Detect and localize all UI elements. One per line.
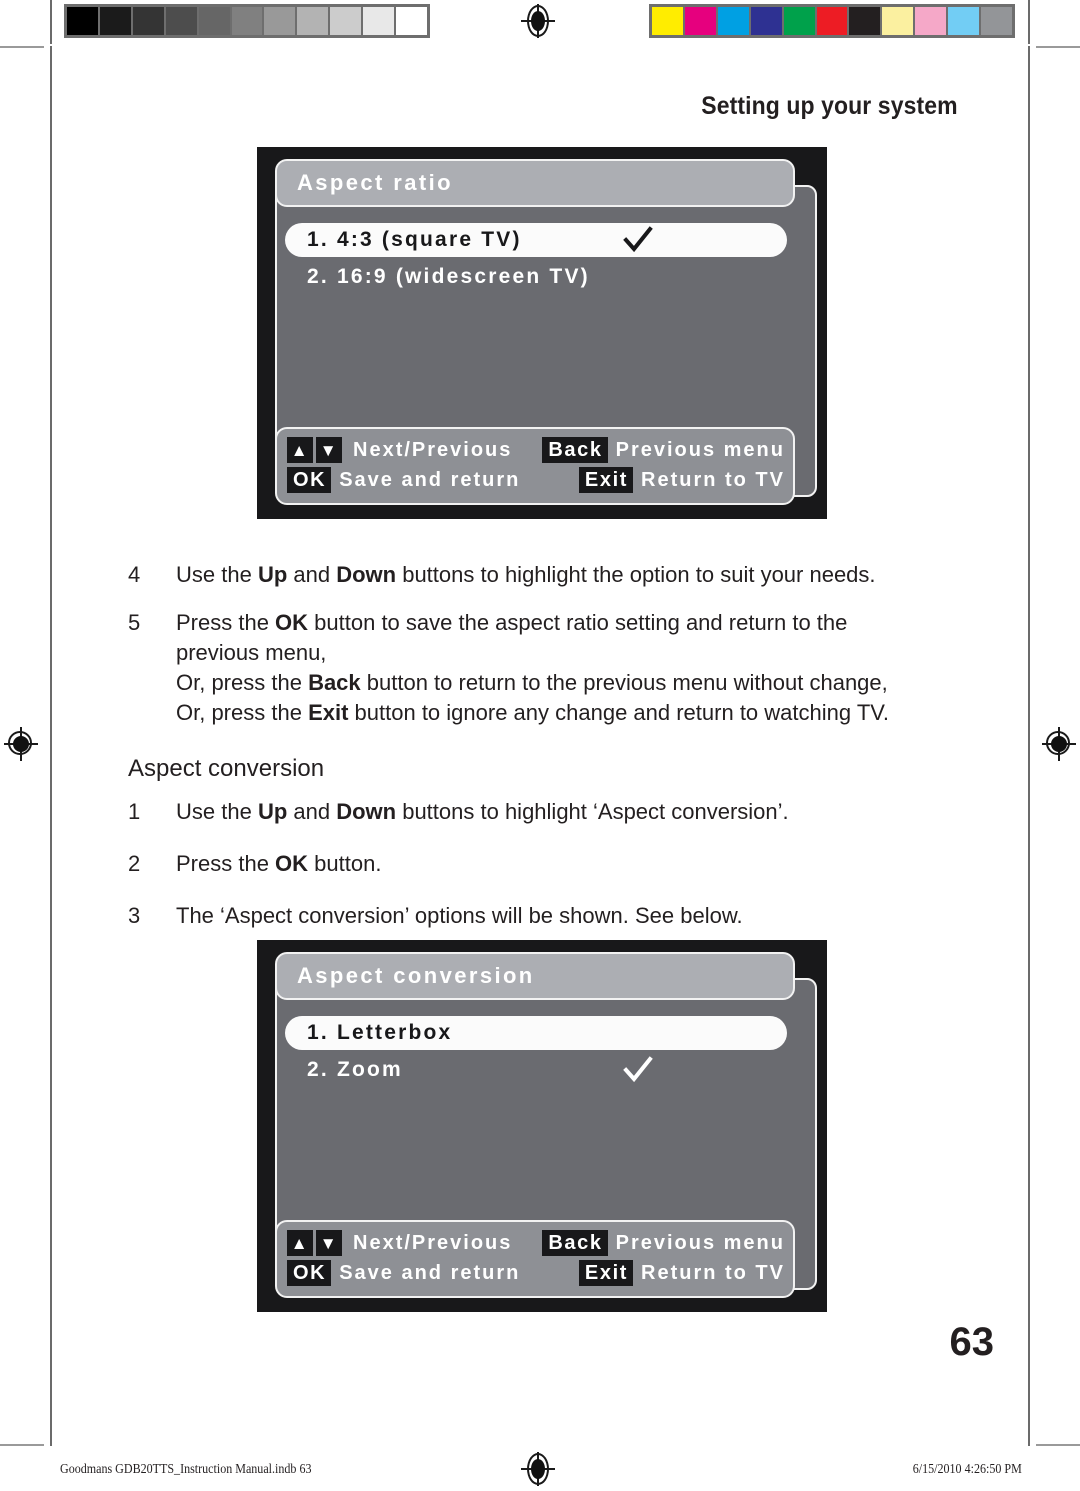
crop-mark-bottom-right-horizontal [1036, 1444, 1080, 1446]
step-text: Press the OK button. [176, 851, 382, 876]
grayscale-swatch [198, 7, 230, 35]
grayscale-swatch [264, 7, 296, 35]
crop-mark-top-left-vertical [50, 0, 52, 44]
ok-key[interactable]: OK [287, 1260, 332, 1286]
trim-line-right [1028, 46, 1030, 1446]
step-number: 1 [128, 799, 141, 824]
osd-footer-row-ok: OK Save and return Exit Return to TV [287, 465, 785, 495]
color-swatch [783, 7, 815, 35]
osd-footer-exit-label: Return to TV [641, 468, 785, 491]
instruction-step: 4 Use the Up and Down buttons to highlig… [128, 560, 928, 590]
osd-menu-item-zoom[interactable]: 2. Zoom [285, 1053, 787, 1087]
crop-mark-bottom-left-horizontal [0, 1444, 44, 1446]
exit-key[interactable]: Exit [578, 1260, 633, 1286]
osd-footer-row-nav: ▲ ▼ Next/Previous Back Previous menu [287, 435, 785, 465]
osd-footer-row-nav: ▲ ▼ Next/Previous Back Previous menu [287, 1228, 785, 1258]
crop-mark-top-right-horizontal [1036, 46, 1080, 48]
osd-footer-aspect-ratio: ▲ ▼ Next/Previous Back Previous menu OK … [275, 427, 795, 505]
color-swatch [750, 7, 782, 35]
document-filename-slug: Goodmans GDB20TTS_Instruction Manual.ind… [60, 1462, 312, 1477]
osd-menu-item-label: 2. Zoom [307, 1058, 403, 1081]
step-text: Press the OK button to save the aspect r… [176, 610, 890, 725]
instruction-step: 3 The ‘Aspect conversion’ options will b… [128, 901, 928, 931]
instruction-step: 1 Use the Up and Down buttons to highlig… [128, 797, 928, 827]
color-swatch [948, 7, 980, 35]
osd-item-list-aspect-conversion: 1. Letterbox 2. Zoom [285, 1016, 787, 1090]
step-text: Use the Up and Down buttons to highlight… [176, 799, 789, 824]
instruction-list-aspect-conversion: 1 Use the Up and Down buttons to highlig… [128, 797, 928, 949]
registration-mark-bottom-center [521, 1452, 555, 1486]
registration-mark-top-center [521, 4, 555, 38]
osd-menu-item-label: 2. 16:9 (widescreen TV) [307, 265, 590, 288]
step-number: 2 [128, 851, 141, 876]
grayscale-calibration-bar [64, 4, 430, 38]
osd-menu-item-16-9[interactable]: 2. 16:9 (widescreen TV) [285, 260, 787, 294]
registration-mark-right [1042, 727, 1076, 761]
osd-menu-item-label: 1. Letterbox [307, 1021, 453, 1044]
osd-menu-item-letterbox[interactable]: 1. Letterbox [285, 1016, 787, 1050]
back-key[interactable]: Back [542, 1230, 608, 1256]
color-swatch [882, 7, 914, 35]
grayscale-swatch [363, 7, 395, 35]
color-swatch [915, 7, 947, 35]
ok-key[interactable]: OK [287, 467, 332, 493]
osd-footer-exit-label: Return to TV [641, 1261, 785, 1284]
crop-mark-top-left-horizontal [0, 46, 44, 48]
down-arrow-key-icon[interactable]: ▼ [316, 1230, 342, 1256]
grayscale-swatch [396, 7, 427, 35]
osd-menu-item-4-3[interactable]: 1. 4:3 (square TV) [285, 223, 787, 257]
color-swatch [652, 7, 683, 35]
color-swatch [684, 7, 716, 35]
step-text: The ‘Aspect conversion’ options will be … [176, 903, 743, 928]
up-arrow-key-icon[interactable]: ▲ [287, 1230, 313, 1256]
osd-footer-back-label: Previous menu [615, 1231, 785, 1254]
grayscale-swatch [99, 7, 131, 35]
grayscale-swatch [297, 7, 329, 35]
trim-line-left [50, 46, 52, 1446]
section-heading-aspect-conversion: Aspect conversion [128, 755, 325, 782]
grayscale-swatch [330, 7, 362, 35]
osd-footer-nav-label: Next/Previous [353, 1231, 513, 1254]
osd-footer-back-label: Previous menu [615, 438, 785, 461]
check-icon [623, 1056, 653, 1084]
crop-mark-top-right-vertical [1028, 0, 1030, 44]
page-number: 63 [949, 1320, 995, 1364]
instruction-list-aspect-ratio: 4 Use the Up and Down buttons to highlig… [128, 560, 928, 746]
osd-screenshot-aspect-conversion: Aspect conversion 1. Letterbox 2. Zoom ▲… [257, 940, 827, 1312]
osd-menu-item-label: 1. 4:3 (square TV) [307, 228, 522, 251]
color-calibration-bar [649, 4, 1015, 38]
osd-screenshot-aspect-ratio: Aspect ratio 1. 4:3 (square TV) 2. 16:9 … [257, 147, 827, 519]
grayscale-swatch [132, 7, 164, 35]
up-arrow-key-icon[interactable]: ▲ [287, 437, 313, 463]
osd-title-aspect-ratio: Aspect ratio [275, 159, 795, 207]
grayscale-swatch [165, 7, 197, 35]
document-timestamp-slug: 6/15/2010 4:26:50 PM [912, 1462, 1022, 1477]
step-number: 3 [128, 903, 141, 928]
registration-mark-left [4, 727, 38, 761]
osd-title-aspect-conversion: Aspect conversion [275, 952, 795, 1000]
osd-footer-aspect-conversion: ▲ ▼ Next/Previous Back Previous menu OK … [275, 1220, 795, 1298]
osd-footer-ok-label: Save and return [339, 468, 521, 491]
instruction-step: 5 Press the OK button to save the aspect… [128, 608, 928, 728]
back-key[interactable]: Back [542, 437, 608, 463]
osd-footer-ok-label: Save and return [339, 1261, 521, 1284]
exit-key[interactable]: Exit [578, 467, 633, 493]
page-title: Setting up your system [701, 92, 958, 120]
osd-footer-nav-label: Next/Previous [353, 438, 513, 461]
step-number: 5 [128, 610, 141, 635]
osd-item-list-aspect-ratio: 1. 4:3 (square TV) 2. 16:9 (widescreen T… [285, 223, 787, 297]
color-swatch [849, 7, 881, 35]
check-icon [623, 226, 653, 254]
step-number: 4 [128, 562, 141, 587]
instruction-step: 2 Press the OK button. [128, 849, 928, 879]
color-swatch [981, 7, 1012, 35]
step-text: Use the Up and Down buttons to highlight… [176, 562, 876, 587]
grayscale-swatch [67, 7, 98, 35]
color-swatch [816, 7, 848, 35]
down-arrow-key-icon[interactable]: ▼ [316, 437, 342, 463]
grayscale-swatch [231, 7, 263, 35]
osd-footer-row-ok: OK Save and return Exit Return to TV [287, 1258, 785, 1288]
color-swatch [717, 7, 749, 35]
